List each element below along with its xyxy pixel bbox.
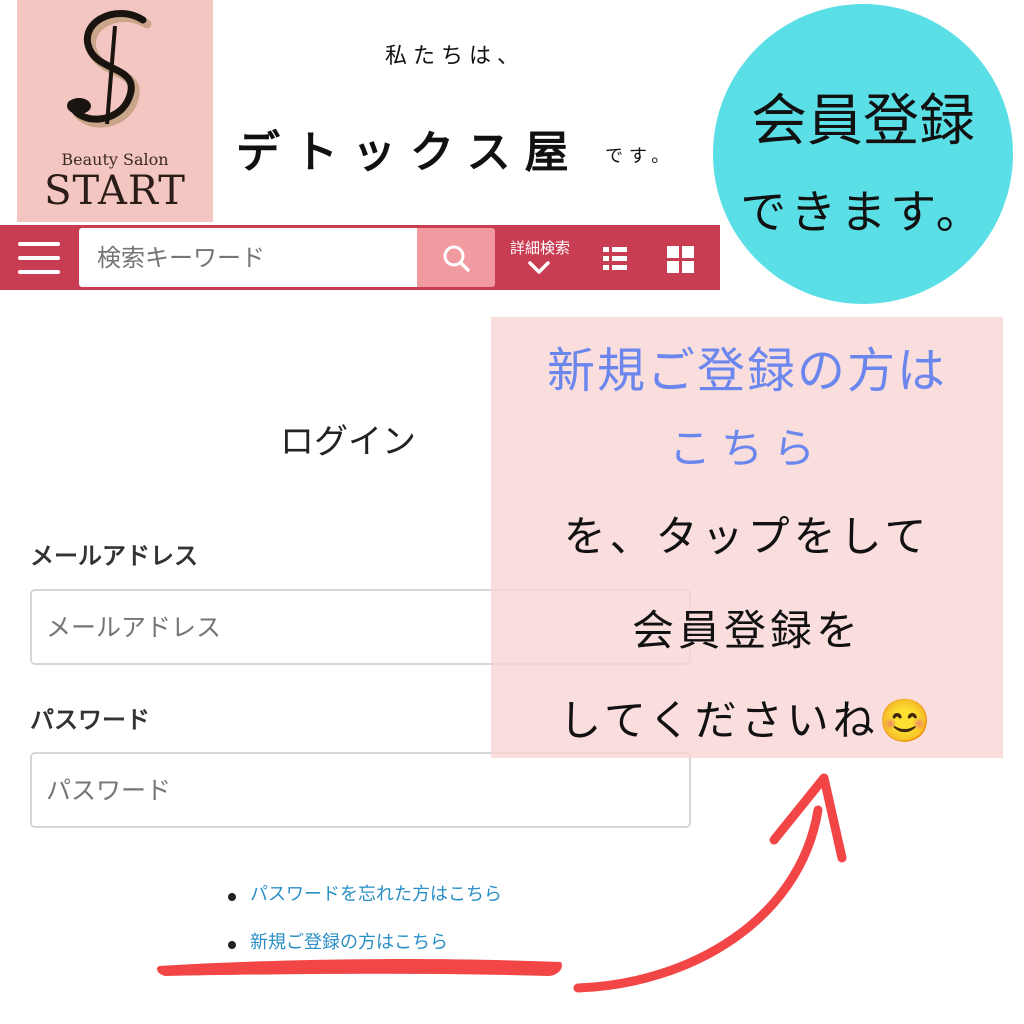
menu-icon-bar <box>18 270 60 274</box>
password-label: パスワード <box>30 706 150 734</box>
note-highlight-line1: 新規ご登録の方は <box>546 343 947 399</box>
logo-name: START <box>44 168 186 214</box>
badge-line1: 会員登録 <box>751 89 975 154</box>
note-line3: を、タップをして <box>563 512 931 561</box>
logo-s-mark-icon <box>67 10 152 128</box>
note-line5: してくださいね😊 <box>559 696 935 745</box>
login-title: ログイン <box>280 422 416 462</box>
advanced-search-label: 詳細検索 <box>509 239 570 257</box>
chevron-down-icon <box>528 261 550 274</box>
search-icon <box>443 245 470 272</box>
bullet-icon <box>228 941 236 949</box>
menu-icon <box>18 242 60 246</box>
menu-button[interactable] <box>0 225 78 290</box>
note-highlight-line2: こちら <box>668 424 825 473</box>
top-toolbar: 詳細検索 <box>0 225 720 290</box>
grid-view-button[interactable] <box>660 239 700 279</box>
list-view-icon <box>603 247 627 270</box>
bullet-icon <box>228 893 236 901</box>
registration-badge: 会員登録 できます。 <box>713 4 1013 304</box>
note-line4: 会員登録を <box>631 606 862 655</box>
logo-subtitle: Beauty Salon <box>61 150 169 169</box>
menu-icon-bar <box>18 256 60 260</box>
forgot-password-link[interactable]: パスワードを忘れた方はこちら <box>250 880 502 906</box>
red-arrow-icon <box>573 773 847 993</box>
badge-line2: できます。 <box>740 185 986 239</box>
salon-logo[interactable]: Beauty Salon START <box>17 0 213 222</box>
email-label: メールアドレス <box>30 542 198 570</box>
tagline-line3: です。 <box>605 146 676 167</box>
instruction-note: 新規ご登録の方は こちら を、タップをして 会員登録を してくださいね😊 <box>491 317 1003 758</box>
search-input[interactable] <box>79 228 417 287</box>
red-underline-annotation <box>157 959 562 976</box>
advanced-search-button[interactable]: 詳細検索 <box>498 225 582 290</box>
list-view-button[interactable] <box>595 239 635 279</box>
tagline-line1: 私たちは、 <box>385 44 526 69</box>
tagline-line2: デトックス屋 <box>236 127 583 178</box>
search-button[interactable] <box>417 228 495 287</box>
grid-view-icon <box>667 246 694 273</box>
